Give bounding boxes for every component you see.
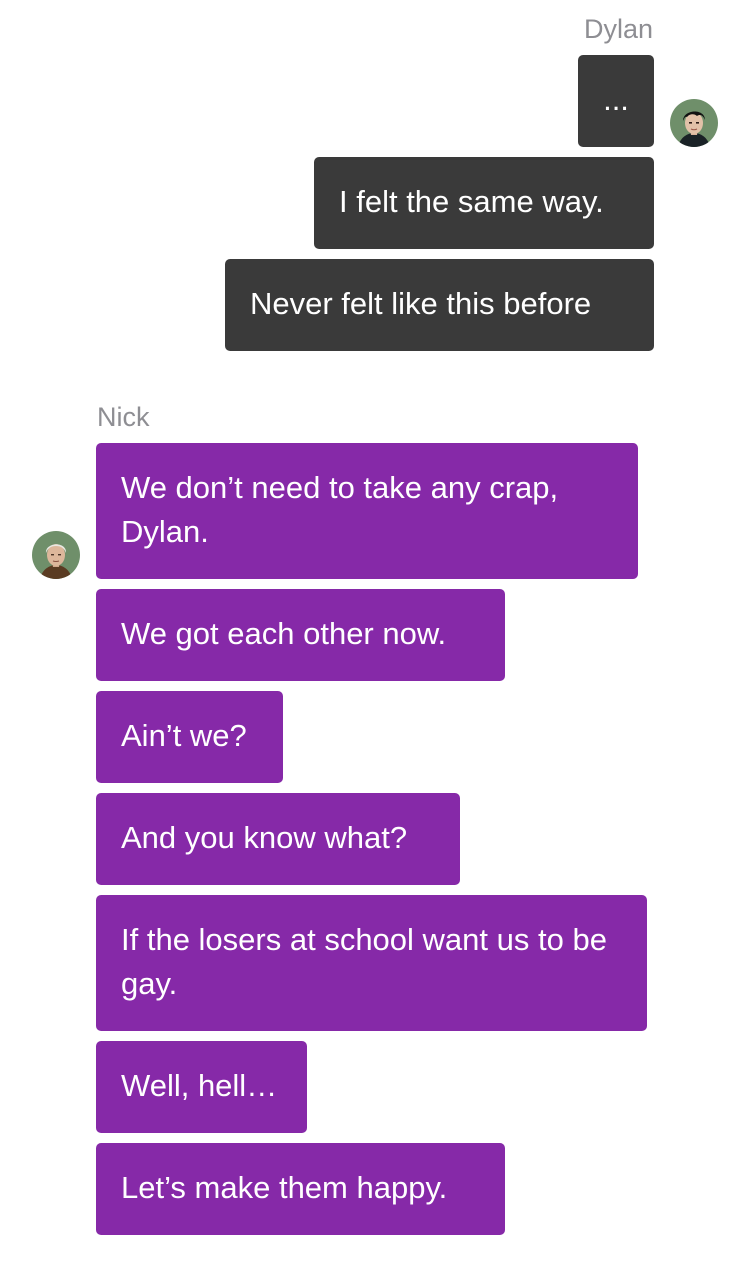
nick-message-bubble: And you know what?: [96, 793, 460, 885]
dylan-message-bubble: ...: [578, 55, 654, 147]
dylan-message-bubble: I felt the same way.: [314, 157, 654, 249]
nick-avatar[interactable]: [32, 531, 80, 579]
nick-message-bubble: Let’s make them happy.: [96, 1143, 505, 1235]
nick-message-bubble: We don’t need to take any crap, Dylan.: [96, 443, 638, 579]
nick-message-bubble: We got each other now.: [96, 589, 505, 681]
dylan-sender-name: Dylan: [583, 14, 653, 44]
nick-avatar-icon: [32, 531, 80, 579]
dylan-avatar[interactable]: [670, 99, 718, 147]
dylan-message-bubble: Never felt like this before: [225, 259, 654, 351]
nick-message-bubble: If the losers at school want us to be ga…: [96, 895, 647, 1031]
dylan-avatar-icon: [670, 99, 718, 147]
nick-sender-name: Nick: [97, 402, 150, 432]
nick-message-bubble: Ain’t we?: [96, 691, 283, 783]
nick-message-bubble: Well, hell…: [96, 1041, 307, 1133]
